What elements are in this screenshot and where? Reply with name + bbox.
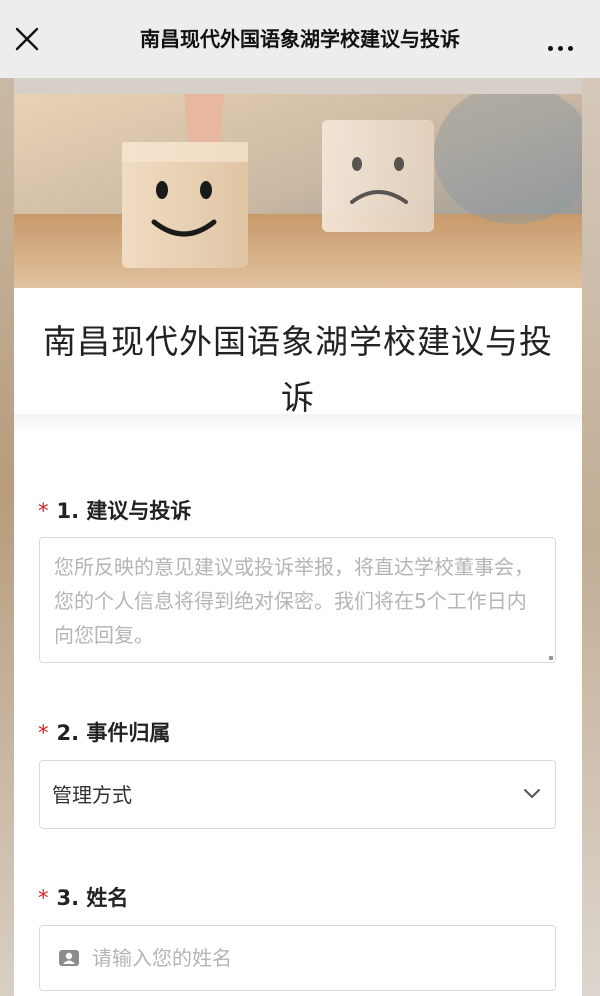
- question-1-title: 1. 建议与投诉: [56, 499, 192, 523]
- question-3-label: * 3. 姓名: [38, 883, 128, 913]
- chevron-down-icon: [524, 789, 540, 798]
- category-selected-value: 管理方式: [52, 783, 132, 807]
- suggestion-placeholder: 您所反映的意见建议或投诉举报，将直达学校董事会，您的个人信息将得到绝对保密。我们…: [54, 555, 534, 647]
- navbar-title: 南昌现代外国语象湖学校建议与投诉: [140, 27, 460, 51]
- category-select[interactable]: 管理方式: [39, 760, 556, 829]
- backdrop-left: [0, 78, 14, 996]
- required-mark: *: [38, 499, 49, 523]
- banner-image: [14, 94, 582, 288]
- question-2-title: 2. 事件归属: [56, 721, 171, 745]
- suggestion-textarea[interactable]: 您所反映的意见建议或投诉举报，将直达学校董事会，您的个人信息将得到绝对保密。我们…: [39, 537, 556, 663]
- sad-block-icon: [322, 120, 434, 232]
- required-mark: *: [38, 886, 49, 910]
- navbar: 南昌现代外国语象湖学校建议与投诉: [0, 0, 600, 78]
- backdrop-right: [582, 78, 600, 996]
- required-mark: *: [38, 721, 49, 745]
- question-1-label: * 1. 建议与投诉: [38, 496, 191, 526]
- name-input[interactable]: 请输入您的姓名: [39, 925, 556, 991]
- close-icon[interactable]: [14, 26, 40, 52]
- form-title: 南昌现代外国语象湖学校建议与投诉: [43, 322, 553, 417]
- name-placeholder: 请输入您的姓名: [92, 946, 232, 970]
- question-3-title: 3. 姓名: [56, 886, 129, 910]
- question-2-label: * 2. 事件归属: [38, 718, 170, 748]
- resize-handle[interactable]: [549, 656, 553, 660]
- person-card-icon: [59, 950, 79, 966]
- title-divider: [14, 414, 582, 436]
- form-card: 南昌现代外国语象湖学校建议与投诉 * 1. 建议与投诉 您所反映的意见建议或投诉举…: [14, 94, 582, 996]
- more-dots-icon[interactable]: [548, 36, 578, 51]
